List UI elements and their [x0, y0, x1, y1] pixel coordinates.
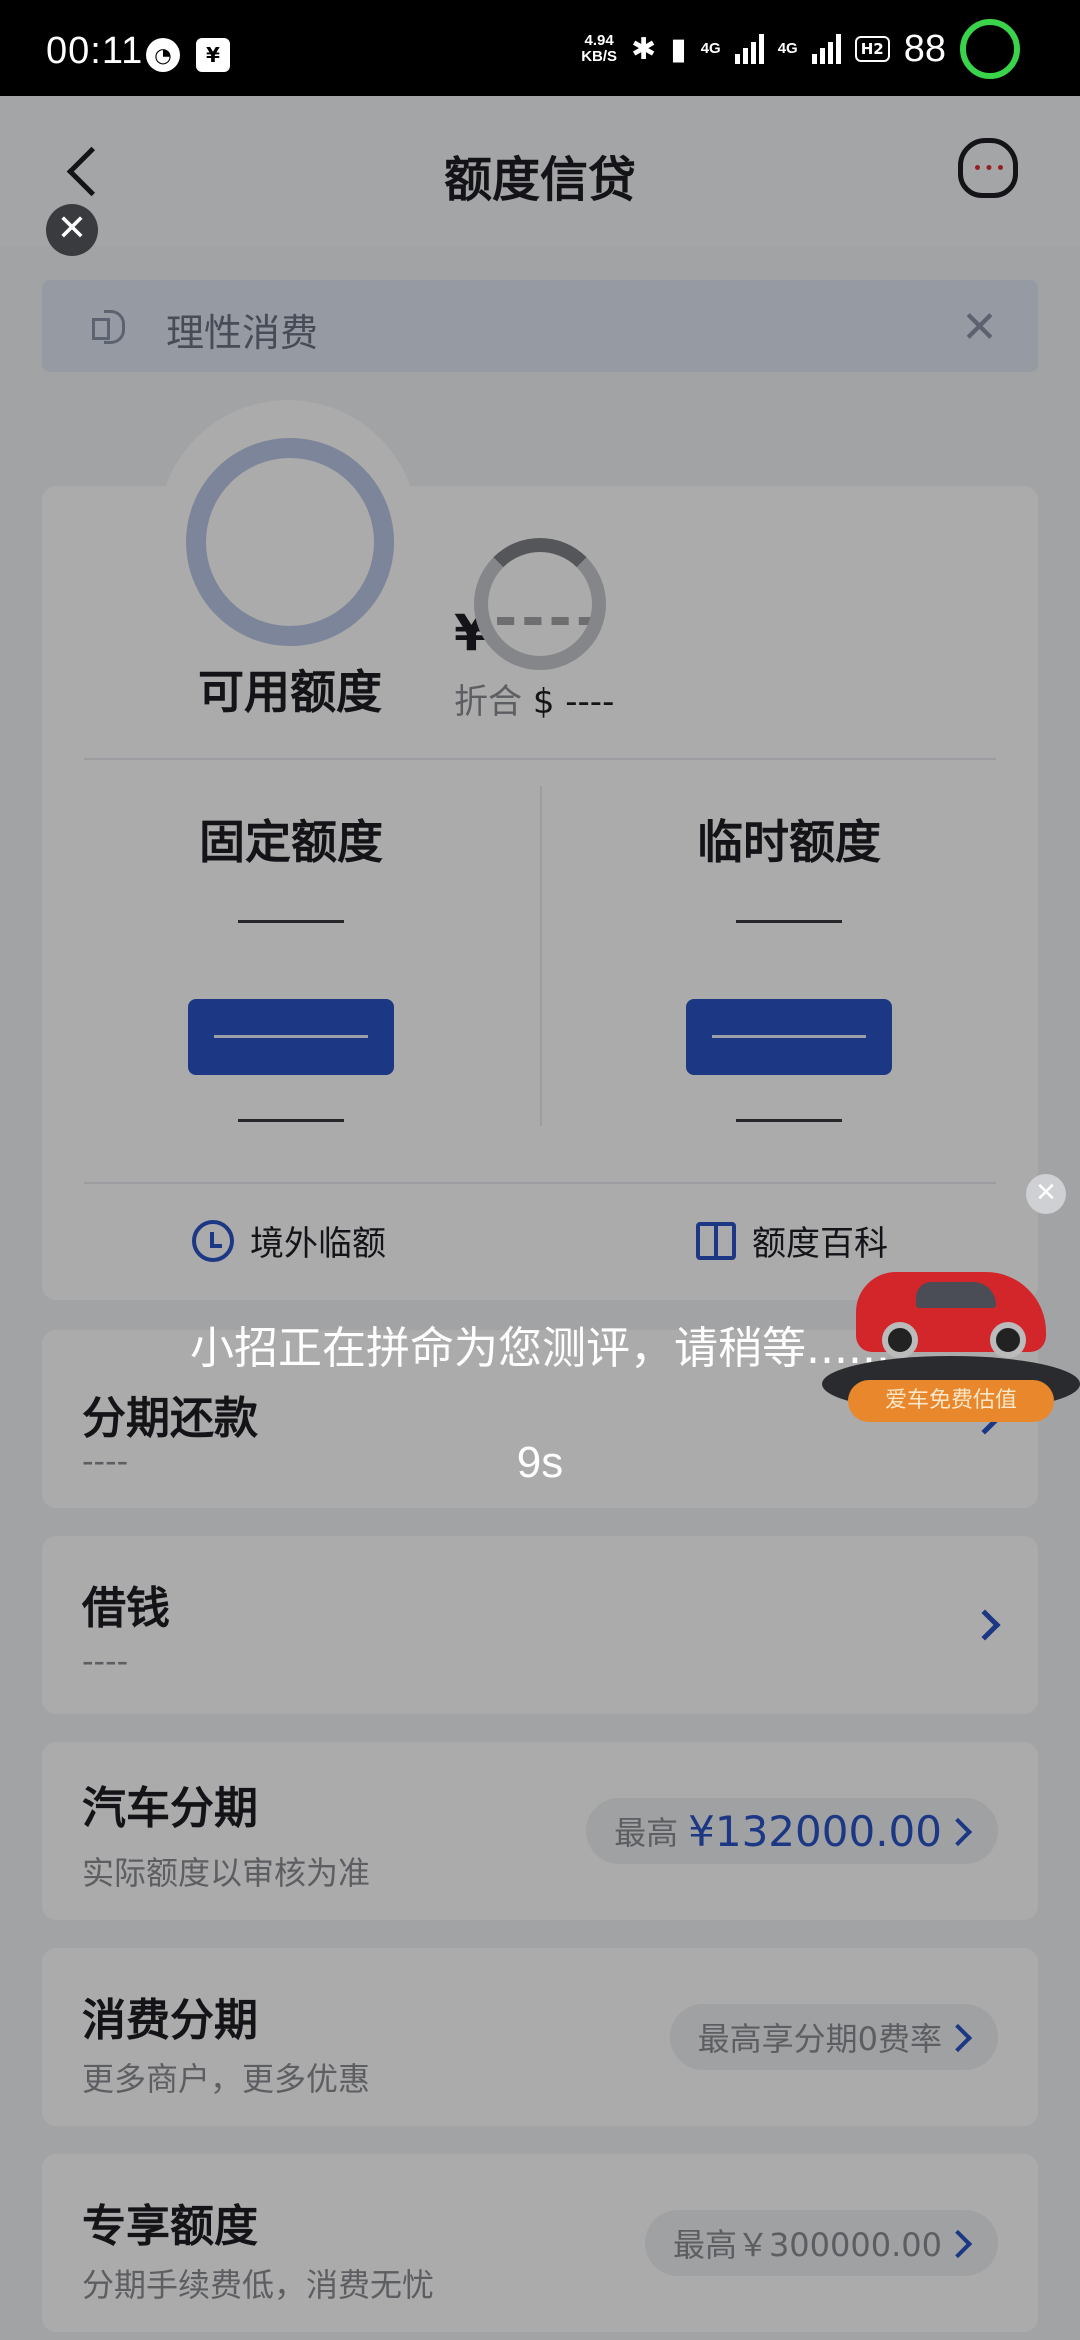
loading-overlay: [0, 96, 1080, 2340]
bluetooth-icon: ✱: [631, 31, 657, 67]
battery-level: 88: [903, 27, 946, 70]
status-bar: 00:11 ◔ ¥ 4.94 KB/S ✱ ▮ 4G 4G H2 88: [0, 0, 1080, 96]
status-time: 00:11: [46, 30, 144, 72]
car-valuation-ad[interactable]: 爱车免费估值: [822, 1256, 1080, 1430]
battery-ring-icon: [960, 19, 1020, 79]
shield-yen-icon: ¥: [196, 38, 230, 72]
signal-2-label: 4G: [777, 40, 798, 57]
signal-1-icon: [734, 34, 764, 64]
signal-1-label: 4G: [700, 40, 721, 57]
net-speed: 4.94 KB/S: [581, 32, 618, 65]
loading-countdown: 9s: [516, 1438, 564, 1487]
vibrate-icon: ▮: [670, 31, 687, 67]
wheel-icon: [882, 1322, 918, 1358]
signal-2-icon: [811, 34, 841, 64]
ad-label: 爱车免费估值: [848, 1380, 1054, 1422]
wheel-icon: [990, 1322, 1026, 1358]
hd-badge: H2: [854, 36, 890, 62]
status-right: 4.94 KB/S ✱ ▮ 4G 4G H2 88: [581, 19, 1020, 79]
wechat-icon: ◔: [146, 38, 180, 72]
close-icon[interactable]: ✕: [46, 204, 98, 256]
ad-close-icon[interactable]: ✕: [1026, 1174, 1066, 1214]
